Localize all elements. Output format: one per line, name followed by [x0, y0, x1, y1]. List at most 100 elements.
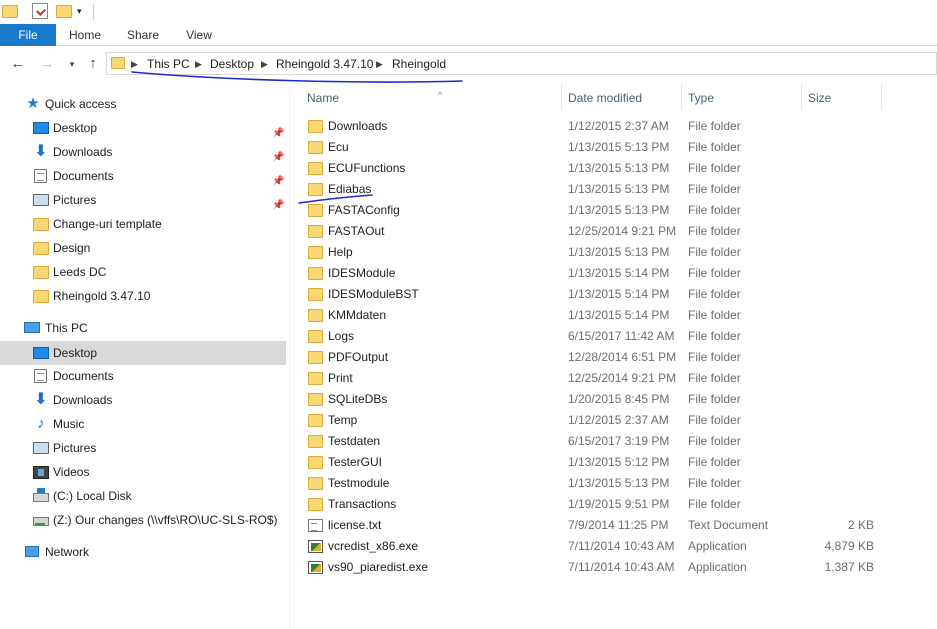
table-row[interactable]: Transactions 1/19/2015 9:51 PM File folder [304, 494, 884, 515]
tab-file[interactable]: File [0, 24, 56, 46]
sidebar-item-pc-videos[interactable]: Videos [0, 460, 286, 484]
file-name: IDESModule [328, 266, 396, 280]
table-row[interactable]: Downloads 1/12/2015 2:37 AM File folder [304, 116, 884, 137]
file-date-modified: 1/13/2015 5:13 PM [568, 140, 670, 154]
folder-icon [308, 414, 323, 427]
table-row[interactable]: SQLiteDBs 1/20/2015 8:45 PM File folder [304, 389, 884, 410]
sidebar-item-label: (Z:) Our changes (\\vffs\RO\UC-SLS-RO$) [53, 513, 278, 527]
local-disk-icon [33, 488, 49, 502]
sidebar-item-rheingold-3-47-10[interactable]: Rheingold 3.47.10 [0, 284, 286, 308]
sidebar-item-network[interactable]: Network [0, 540, 286, 564]
sidebar-item-this-pc[interactable]: This PC [0, 316, 286, 340]
application-icon [308, 561, 323, 574]
breadcrumb-rheingold-3-47-10[interactable]: Rheingold 3.47.10 [276, 56, 373, 72]
table-row[interactable]: Help 1/13/2015 5:13 PM File folder [304, 242, 884, 263]
sidebar-item-label: Documents [53, 369, 114, 383]
sidebar-item-documents[interactable]: Documents 📌 [0, 164, 286, 188]
navigation-bar: ← → ▾ ↑ ▶ This PC ▶ Desktop ▶ Rheingold … [0, 46, 937, 82]
table-row[interactable]: Testdaten 6/15/2017 3:19 PM File folder [304, 431, 884, 452]
column-header-type[interactable]: Type [682, 84, 802, 110]
sidebar-item-quick-access[interactable]: ★ Quick access [0, 92, 286, 116]
breadcrumb-desktop[interactable]: Desktop [210, 56, 254, 72]
file-date-modified: 1/13/2015 5:12 PM [568, 455, 670, 469]
table-row[interactable]: Logs 6/15/2017 11:42 AM File folder [304, 326, 884, 347]
table-row[interactable]: Temp 1/12/2015 2:37 AM File folder [304, 410, 884, 431]
file-date-modified: 7/11/2014 10:43 AM [568, 560, 675, 574]
file-name: SQLiteDBs [328, 392, 388, 406]
toolbar-divider [93, 4, 94, 20]
network-drive-icon [33, 517, 49, 526]
file-type: File folder [688, 140, 741, 154]
table-row[interactable]: vcredist_x86.exe 7/11/2014 10:43 AM Applic… [304, 536, 884, 557]
sidebar-item-downloads[interactable]: ⬇ Downloads 📌 [0, 140, 286, 164]
tab-view[interactable]: View [172, 24, 226, 46]
new-folder-icon[interactable] [56, 5, 72, 18]
column-header-date[interactable]: Date modified [562, 84, 682, 110]
sidebar-item-pc-downloads[interactable]: ⬇ Downloads [0, 388, 286, 412]
sidebar-item-label: Quick access [45, 97, 117, 111]
breadcrumb-rheingold[interactable]: Rheingold [392, 56, 446, 72]
tab-home[interactable]: Home [58, 24, 112, 46]
table-row[interactable]: Print 12/25/2014 9:21 PM File folder [304, 368, 884, 389]
folder-icon [308, 120, 323, 133]
sidebar-item-pictures[interactable]: Pictures 📌 [0, 188, 286, 212]
table-row[interactable]: ECUFunctions 1/13/2015 5:13 PM File folder [304, 158, 884, 179]
file-date-modified: 1/13/2015 5:14 PM [568, 266, 670, 280]
table-row[interactable]: KMMdaten 1/13/2015 5:14 PM File folder [304, 305, 884, 326]
table-row[interactable]: IDESModule 1/13/2015 5:14 PM File folder [304, 263, 884, 284]
table-row[interactable]: Testmodule 1/13/2015 5:13 PM File folder [304, 473, 884, 494]
properties-icon[interactable] [32, 3, 48, 19]
table-row[interactable]: license.txt 7/9/2014 11:25 PM Text Documen… [304, 515, 884, 536]
column-header-name[interactable]: Name ^ [301, 84, 562, 110]
table-row[interactable]: Ediabas 1/13/2015 5:13 PM File folder [304, 179, 884, 200]
column-header-size[interactable]: Size [802, 84, 882, 110]
folder-icon [33, 242, 49, 255]
address-bar[interactable]: ▶ This PC ▶ Desktop ▶ Rheingold 3.47.10 … [106, 52, 937, 75]
recent-locations-chevron-icon[interactable]: ▾ [63, 55, 81, 73]
chevron-right-icon[interactable]: ▶ [261, 56, 268, 73]
sidebar-item-pc-desktop[interactable]: Desktop [0, 341, 286, 365]
file-type: File folder [688, 308, 741, 322]
folder-icon [308, 183, 323, 196]
sidebar-item-pc-pictures[interactable]: Pictures [0, 436, 286, 460]
file-type: Application [688, 560, 747, 574]
sidebar-item-pc-music[interactable]: ♪ Music [0, 412, 286, 436]
table-row[interactable]: TesterGUI 1/13/2015 5:12 PM File folder [304, 452, 884, 473]
table-row[interactable]: IDESModuleBST 1/13/2015 5:14 PM File folde… [304, 284, 884, 305]
folder-icon [308, 435, 323, 448]
sidebar-item-design[interactable]: Design [0, 236, 286, 260]
customize-toolbar-dropdown-icon[interactable]: ▾ [77, 6, 82, 17]
table-row[interactable]: PDFOutput 12/28/2014 6:51 PM File folder [304, 347, 884, 368]
breadcrumb-this-pc[interactable]: This PC [147, 56, 190, 72]
folder-icon [308, 477, 323, 490]
folder-icon [308, 162, 323, 175]
table-row[interactable]: vs90_piaredist.exe 7/11/2014 10:43 AM Appl… [304, 557, 884, 578]
file-list: Name ^ Date modified Type Size Downloads… [290, 84, 937, 629]
file-type: File folder [688, 266, 741, 280]
file-size: 4,879 KB [824, 539, 874, 553]
file-type: File folder [688, 413, 741, 427]
forward-arrow-icon[interactable]: → [38, 55, 56, 73]
sidebar-item-change-uri-template[interactable]: Change-uri template [0, 212, 286, 236]
file-type: File folder [688, 392, 741, 406]
table-row[interactable]: FASTAOut 12/25/2014 9:21 PM File folder [304, 221, 884, 242]
file-name: Temp [328, 413, 358, 427]
up-arrow-icon[interactable]: ↑ [84, 55, 102, 73]
tab-share[interactable]: Share [116, 24, 170, 46]
sidebar-item-desktop[interactable]: Desktop 📌 [0, 116, 286, 140]
file-type: File folder [688, 182, 741, 196]
file-name: license.txt [328, 518, 382, 532]
chevron-right-icon[interactable]: ▶ [195, 56, 202, 73]
download-arrow-icon: ⬇ [34, 143, 48, 160]
sidebar-item-leeds-dc[interactable]: Leeds DC [0, 260, 286, 284]
sidebar-item-pc-documents[interactable]: Documents [0, 364, 286, 388]
chevron-right-icon[interactable]: ▶ [376, 56, 383, 73]
file-name: vcredist_x86.exe [328, 539, 419, 553]
back-arrow-icon[interactable]: ← [9, 55, 27, 73]
sidebar-item-network-drive-z[interactable]: (Z:) Our changes (\\vffs\RO\UC-SLS-RO$) [0, 508, 286, 532]
chevron-right-icon[interactable]: ▶ [131, 56, 138, 73]
text-file-icon [308, 519, 323, 532]
table-row[interactable]: FASTAConfig 1/13/2015 5:13 PM File folder [304, 200, 884, 221]
sidebar-item-local-disk-c[interactable]: (C:) Local Disk [0, 484, 286, 508]
table-row[interactable]: Ecu 1/13/2015 5:13 PM File folder [304, 137, 884, 158]
